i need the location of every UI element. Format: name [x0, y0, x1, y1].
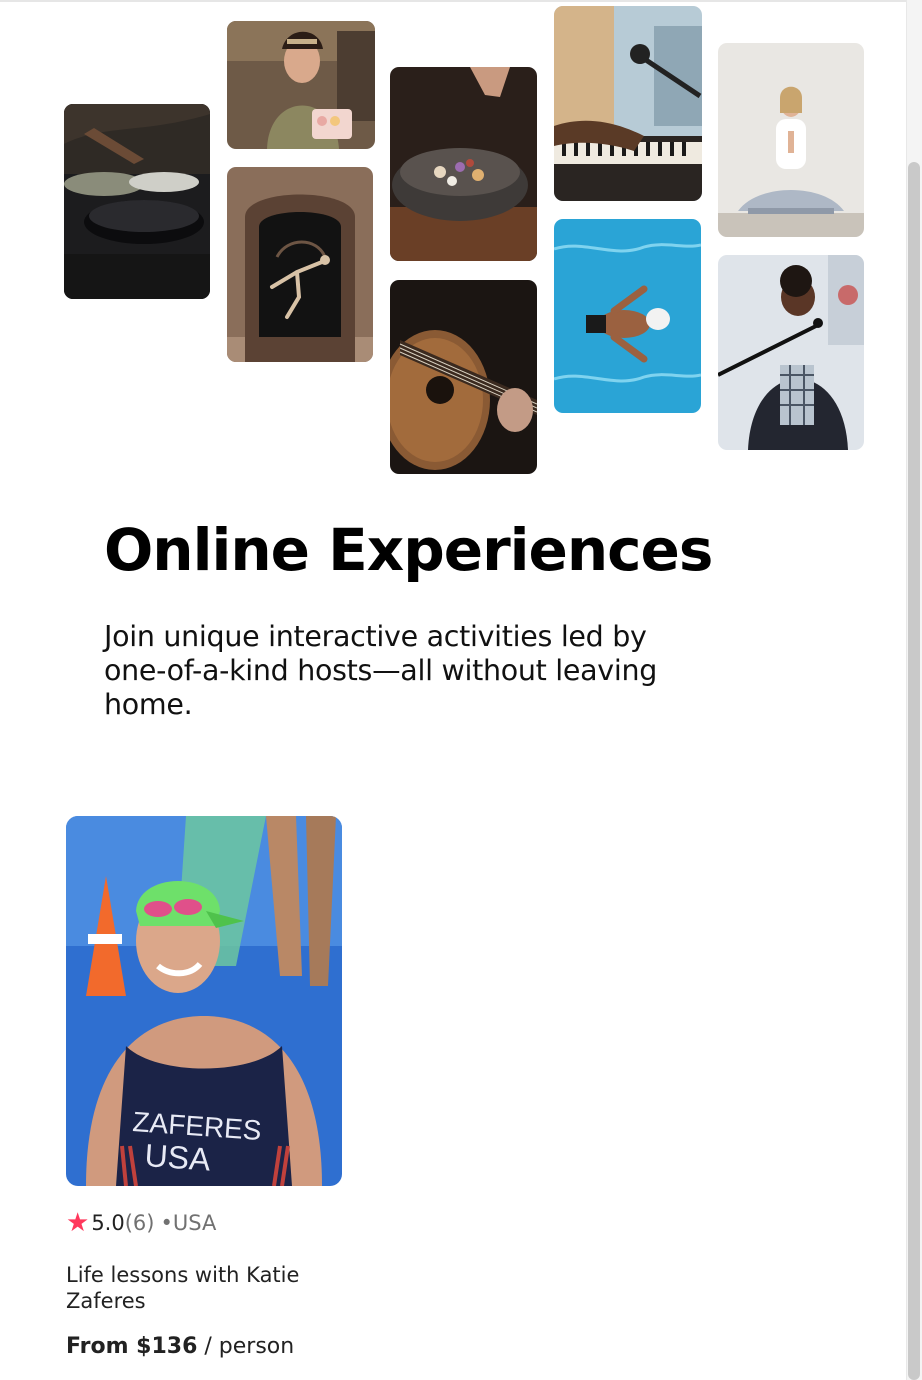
jersey-country-text: USA	[144, 1137, 213, 1178]
dancer-doorway-photo	[227, 167, 373, 362]
piano-microphone-photo	[554, 6, 702, 201]
food-bowl-photo	[390, 67, 537, 261]
page-subtitle: Join unique interactive activities led b…	[104, 620, 658, 721]
rating-row: ★ 5.0 (6) •USA	[66, 1208, 216, 1238]
price-line: From $136 / person	[66, 1334, 294, 1359]
location-label: •USA	[160, 1211, 217, 1235]
star-icon: ★	[66, 1208, 90, 1238]
baker-macarons-photo	[227, 21, 375, 149]
singer-microphone-photo	[718, 255, 864, 450]
page-title: Online Experiences	[104, 516, 713, 584]
review-count: (6)	[124, 1211, 155, 1235]
cooking-pans-photo	[64, 104, 210, 299]
experience-title[interactable]: Life lessons with Katie Zaferes	[66, 1262, 346, 1314]
experience-card-photo[interactable]: ZAFERES USA	[66, 816, 342, 1186]
yoga-meditation-photo	[718, 43, 864, 237]
price-unit: / person	[197, 1334, 295, 1359]
price-from: From $136	[66, 1334, 198, 1359]
scrollbar-thumb[interactable]	[908, 162, 920, 1380]
top-border	[0, 0, 906, 2]
rating-value: 5.0	[91, 1211, 125, 1235]
guitar-photo	[390, 280, 537, 474]
swimmer-pool-photo	[554, 219, 701, 413]
